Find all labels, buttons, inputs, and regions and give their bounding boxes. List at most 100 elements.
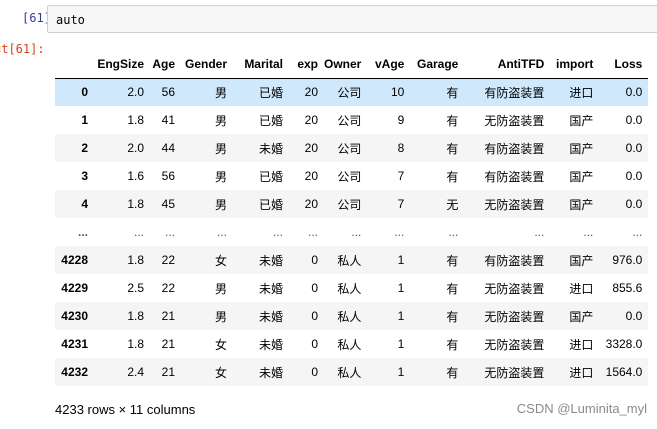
table-cell: 进口 (569, 281, 594, 296)
table-cell: 未婚 (258, 337, 283, 352)
table-cell: 未婚 (258, 365, 283, 380)
table-cell: 44 (161, 141, 175, 155)
table-cell: 男 (214, 197, 227, 212)
table-cell: 有 (446, 169, 459, 184)
table-cell: 2.0 (127, 141, 144, 155)
row-index: ... (77, 225, 88, 239)
table-cell: ... (272, 225, 283, 239)
table-cell: 有 (446, 85, 459, 100)
table-cell: 20 (304, 113, 318, 127)
table-cell: 45 (161, 197, 175, 211)
table-cell: 21 (161, 365, 175, 379)
table-cell: 2.5 (127, 281, 144, 295)
header-row: EngSize Age Gender Marital exp Owner vAge Garag… (55, 51, 649, 79)
table-cell: 未婚 (258, 309, 283, 324)
table-cell: 0.0 (625, 309, 643, 323)
column-header: Gender (181, 51, 233, 79)
row-index: 3 (81, 169, 88, 183)
column-header: import (550, 51, 600, 79)
table-cell: 已婚 (258, 197, 283, 212)
table-cell: 女 (214, 337, 227, 352)
table-row: 4228 1.8 22 女 未婚 0 私人 1 有 有防盗装置 国产 976.0 (55, 246, 649, 274)
table-cell: 10 (390, 85, 405, 100)
table-body: 0 2.0 56 男已婚 20 公司 10 有有防盗装置 进口 0.0 1 1.8 41 男已婚 20 公司 9… (55, 78, 649, 386)
table-cell: 7 (397, 169, 405, 183)
table-cell: 公司 (337, 197, 362, 212)
table-cell: 20 (304, 141, 318, 155)
table-cell: 未婚 (258, 253, 283, 268)
column-header: Garage (410, 51, 465, 79)
shape-summary: 4233 rows × 11 columns (55, 402, 196, 417)
table-cell: 0 (311, 337, 318, 351)
table-cell: 1.8 (127, 197, 144, 211)
table-cell: 有 (446, 337, 459, 352)
table-cell: 有 (446, 365, 459, 380)
column-header: Owner (324, 51, 368, 79)
table-cell: 9 (397, 113, 405, 127)
table-cell: 男 (214, 85, 227, 100)
table-cell: 1 (397, 253, 405, 267)
row-index: 4230 (61, 309, 88, 323)
table-cell: 56 (161, 169, 175, 183)
table-cell: 无防盗装置 (484, 309, 545, 324)
table-cell: 无防盗装置 (484, 337, 545, 352)
table-cell: 公司 (337, 169, 362, 184)
table-cell: 0 (311, 365, 318, 379)
table-row: 4 1.8 45 男 已婚 20 公司 7 无 无防盗装置 国产 0.0 (55, 190, 649, 218)
table-cell: 1.8 (127, 337, 144, 351)
column-header: Marital (233, 51, 289, 79)
table-row: 3 1.6 56 男 已婚 20 公司 7 有 有防盗装置 国产 0.0 (55, 162, 648, 190)
table-cell: 1 (397, 309, 405, 323)
table-cell: 进口 (569, 365, 594, 380)
table-cell: 有 (446, 113, 459, 128)
row-index: 4229 (61, 281, 88, 295)
table-cell: ... (534, 225, 545, 239)
table-cell: 进口 (569, 337, 594, 352)
table-cell: 进口 (569, 85, 594, 100)
row-index: 1 (81, 113, 88, 127)
table-cell: 男 (214, 281, 227, 296)
table-cell: ... (216, 225, 227, 239)
table-cell: 41 (161, 113, 175, 127)
column-header: Loss (599, 51, 649, 79)
table-cell: 私人 (337, 253, 362, 268)
table-cell: 1564.0 (605, 365, 643, 379)
table-cell: 有防盗装置 (484, 253, 545, 268)
table-cell: 有 (446, 253, 459, 268)
index-header (55, 51, 94, 79)
table-row: 1 1.8 41 男 已婚 20 公司 9 有 无防盗装置 国产 0.0 (55, 106, 648, 134)
table-cell: 国产 (569, 309, 594, 324)
code-text: auto (56, 13, 85, 27)
column-header: EngSize (94, 51, 150, 79)
table-cell: 男 (214, 309, 227, 324)
dataframe-table: EngSize Age Gender Marital exp Owner vAge Garag… (55, 51, 649, 386)
table-cell: 22 (161, 253, 175, 267)
table-cell: 1.8 (127, 309, 144, 323)
table-cell: 无防盗装置 (484, 197, 545, 212)
table-cell: 20 (304, 85, 318, 100)
table-cell: 有防盗装置 (484, 169, 545, 184)
table-cell: 有 (446, 309, 459, 324)
table-cell: 国产 (569, 141, 594, 156)
table-cell: 22 (161, 281, 175, 295)
code-cell[interactable]: auto (47, 5, 657, 33)
table-cell: 56 (161, 85, 175, 100)
table-cell: 已婚 (258, 169, 283, 184)
table-cell: 无防盗装置 (484, 365, 545, 380)
table-cell: ... (133, 225, 144, 239)
table-cell: 0 (311, 253, 318, 267)
table-cell: 有 (446, 141, 459, 156)
table-cell: 0 (311, 309, 318, 323)
table-cell: 无防盗装置 (484, 113, 545, 128)
output-prompt: ut[61]: (0, 42, 45, 56)
table-cell: 21 (161, 337, 175, 351)
table-cell: 私人 (337, 281, 362, 296)
table-row: 4231 1.8 21 女 未婚 0 私人 1 有 无防盗装置 进口 3328.0 (55, 330, 648, 358)
table-cell: 无 (446, 197, 459, 212)
table-cell: 2.4 (127, 365, 144, 379)
column-header: exp (289, 51, 324, 79)
row-index: 0 (81, 85, 88, 100)
table-cell: 无防盗装置 (484, 281, 545, 296)
table-cell: 0.0 (625, 197, 643, 211)
table-cell: 女 (214, 253, 227, 268)
